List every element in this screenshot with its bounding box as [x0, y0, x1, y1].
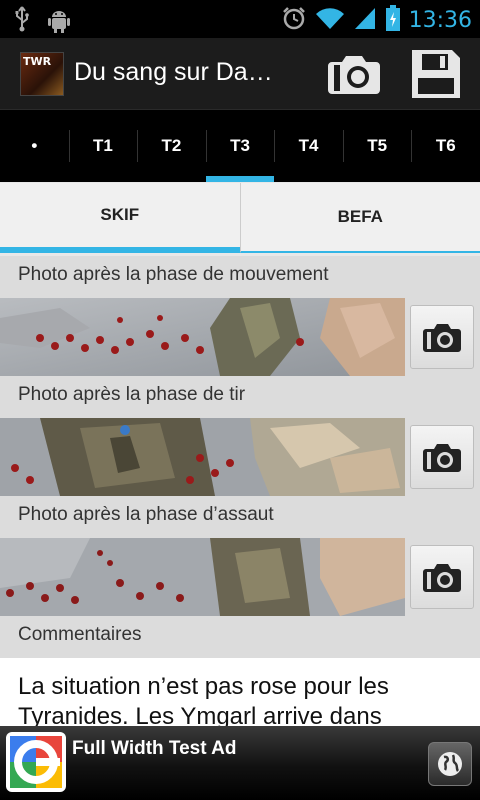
tab-label: T4	[298, 136, 319, 155]
save-icon	[412, 50, 460, 98]
assault-photo-row	[0, 538, 480, 616]
tab-label: T1	[92, 136, 113, 155]
assault-photo[interactable]	[0, 538, 405, 616]
assault-camera-button[interactable]	[410, 545, 474, 609]
alarm-icon	[281, 5, 307, 35]
shooting-photo[interactable]	[0, 418, 405, 496]
turn-tabs: • T1 T2 T3 T4 T5 T6	[0, 110, 480, 182]
tab-befa[interactable]: BEFA	[239, 183, 480, 253]
camera-icon	[328, 56, 380, 94]
tab-t4[interactable]: T4	[274, 110, 343, 182]
tab-label: BEFA	[337, 207, 383, 226]
shooting-camera-button[interactable]	[410, 425, 474, 489]
signal-icon	[353, 6, 377, 34]
tab-label: T5	[367, 136, 388, 155]
ad-text: Full Width Test Ad	[72, 738, 237, 759]
tab-t6[interactable]: T6	[411, 110, 480, 182]
tab-label: T3	[230, 136, 250, 155]
movement-camera-button[interactable]	[410, 305, 474, 369]
app-icon-label: TWR	[23, 55, 52, 68]
tab-label: •	[31, 136, 38, 155]
globe-icon	[438, 752, 462, 776]
tab-label: T2	[161, 136, 182, 155]
shooting-header: Photo après la phase de tir	[0, 376, 480, 418]
camera-icon	[423, 564, 461, 592]
movement-header: Photo après la phase de mouvement	[0, 256, 480, 298]
clock: 13:36	[408, 7, 472, 33]
tab-overview[interactable]: •	[0, 110, 69, 182]
movement-photo[interactable]	[0, 298, 405, 376]
app-title: Du sang sur Da…	[74, 58, 273, 86]
save-button[interactable]	[410, 48, 462, 100]
wifi-icon	[315, 6, 345, 34]
android-debug-icon	[46, 6, 72, 38]
camera-icon	[423, 444, 461, 472]
screen: 13:36 TWR Du sang sur Da… • T1 T2 T3 T4 …	[0, 0, 480, 800]
shooting-photo-row	[0, 418, 480, 496]
movement-photo-row	[0, 298, 480, 376]
tab-t3[interactable]: T3	[205, 110, 275, 182]
comments-header: Commentaires	[0, 616, 480, 658]
ad-banner[interactable]: Full Width Test Ad	[0, 726, 480, 800]
tab-t1[interactable]: T1	[68, 110, 138, 182]
tab-label: T6	[435, 136, 456, 155]
tab-label: SKIF	[100, 205, 140, 224]
camera-button[interactable]	[326, 52, 382, 96]
google-logo-icon	[6, 732, 66, 792]
globe-button[interactable]	[428, 742, 472, 786]
camera-icon	[423, 324, 461, 352]
tab-skif[interactable]: SKIF	[0, 183, 240, 253]
battery-charging-icon	[385, 4, 401, 36]
usb-icon	[14, 6, 30, 38]
player-tabs: SKIF BEFA	[0, 183, 480, 253]
app-icon[interactable]: TWR	[20, 52, 64, 96]
tab-t2[interactable]: T2	[137, 110, 206, 182]
assault-header: Photo après la phase d’assaut	[0, 496, 480, 538]
action-bar: TWR Du sang sur Da…	[0, 38, 480, 110]
status-bar: 13:36	[0, 0, 480, 38]
tab-t5[interactable]: T5	[342, 110, 412, 182]
